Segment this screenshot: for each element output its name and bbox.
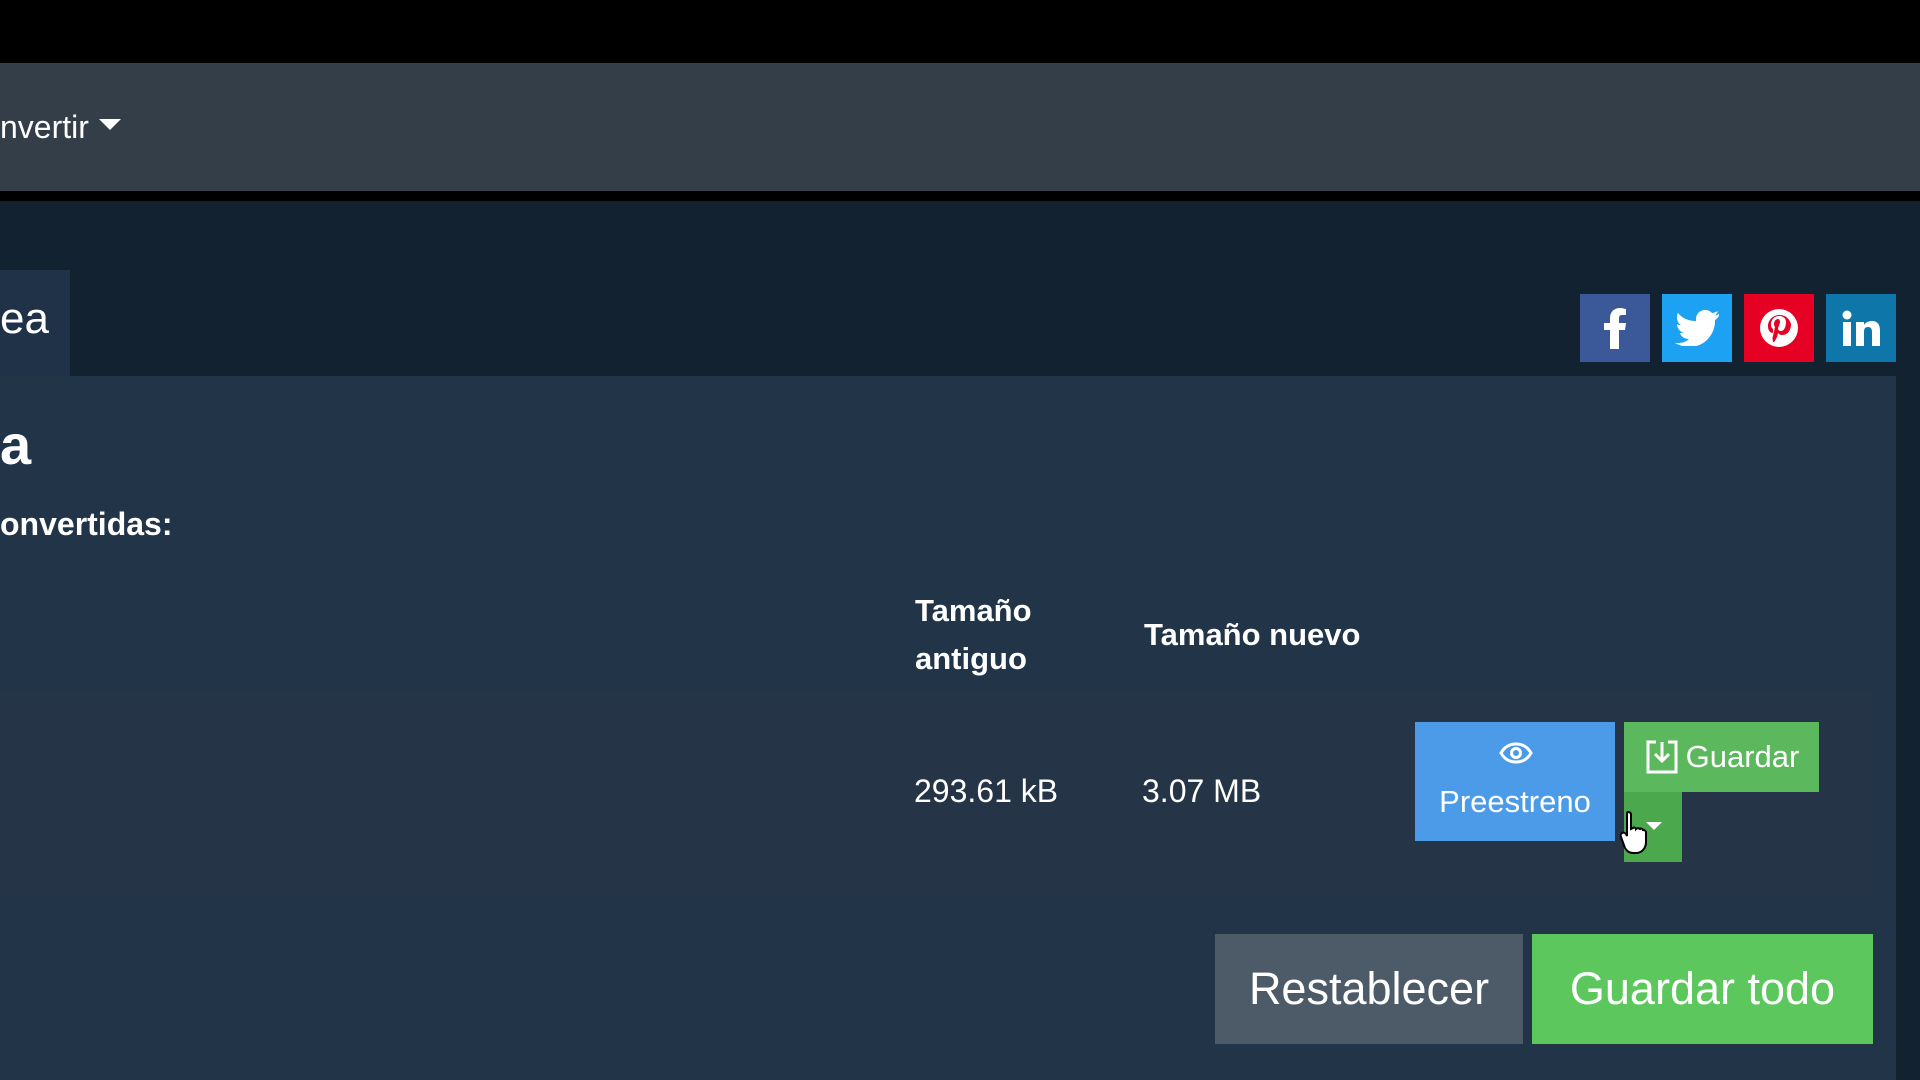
top-black-bar: [0, 0, 1920, 63]
caret-down-icon: [98, 119, 121, 130]
pinterest-share-button[interactable]: [1744, 294, 1814, 362]
facebook-icon: [1604, 308, 1626, 349]
page-heading: a: [0, 413, 32, 476]
facebook-share-button[interactable]: [1580, 294, 1650, 362]
hand-cursor-icon: [1620, 810, 1647, 854]
save-all-button[interactable]: Guardar todo: [1532, 934, 1873, 1044]
convert-menu-label: nvertir: [0, 109, 89, 145]
converted-files-label: onvertidas:: [0, 506, 173, 542]
navbar-divider: [0, 191, 1920, 201]
new-size-header: Tamaño nuevo: [1144, 617, 1361, 652]
convert-menu[interactable]: nvertir: [0, 109, 121, 146]
new-size-value: 3.07 MB: [1142, 773, 1262, 809]
preview-button-label: Preestreno: [1439, 784, 1591, 819]
save-button-label: Guardar: [1685, 739, 1800, 774]
linkedin-share-button[interactable]: [1826, 294, 1896, 362]
old-size-header-line2: antiguo: [915, 641, 1027, 676]
linkedin-icon: [1842, 310, 1880, 346]
tab-active[interactable]: ea: [0, 270, 70, 376]
eye-icon: [1499, 742, 1533, 764]
old-size-header: Tamaño antiguo: [915, 587, 1032, 683]
reset-button[interactable]: Restablecer: [1215, 934, 1523, 1044]
preview-button[interactable]: Preestreno: [1415, 722, 1615, 841]
twitter-share-button[interactable]: [1662, 294, 1732, 362]
twitter-icon: [1675, 310, 1719, 346]
old-size-value: 293.61 kB: [914, 773, 1059, 809]
old-size-header-line1: Tamaño: [915, 593, 1032, 628]
pinterest-icon: [1760, 309, 1798, 347]
navbar: nvertir: [0, 63, 1920, 191]
tab-label: ea: [0, 294, 49, 343]
download-icon: [1646, 740, 1678, 774]
save-button[interactable]: Guardar: [1624, 722, 1819, 792]
